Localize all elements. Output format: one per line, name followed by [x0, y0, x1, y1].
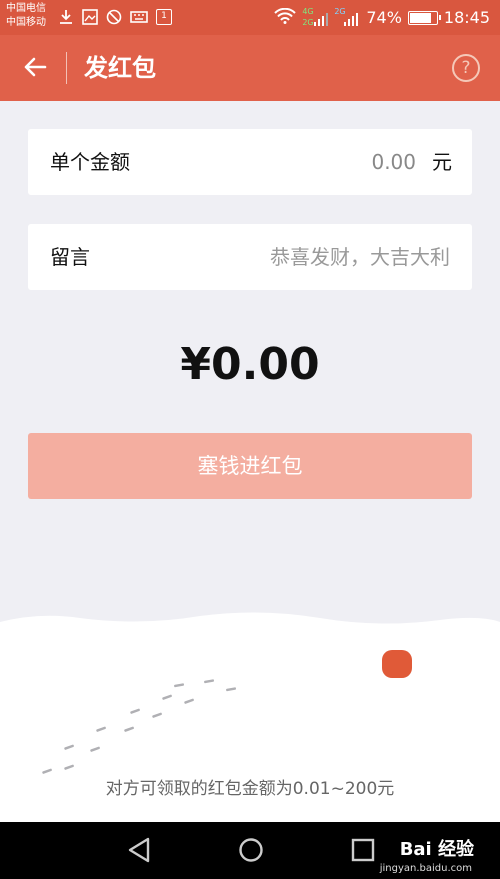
image-icon [82, 9, 98, 29]
status-bar: 中国电信 中国移动 1 4G 2G 2G 74% 18:45 [0, 0, 500, 35]
status-right: 4G 2G 2G 74% 18:45 [274, 0, 490, 35]
baidu-watermark: Bai 经验 [399, 839, 474, 860]
notification-icons: 1 [58, 9, 172, 29]
carrier-info: 中国电信 中国移动 [6, 2, 46, 30]
question-circle-icon[interactable]: ? [452, 54, 480, 82]
battery-percent: 74% [366, 8, 402, 27]
network-label-2g: 2G [302, 17, 314, 27]
page-title: 发红包 [84, 54, 156, 82]
network-indicator-2: 2G [334, 7, 360, 28]
nav-home-icon[interactable] [238, 836, 264, 868]
notification-1-icon: 1 [156, 9, 172, 25]
amount-field[interactable]: 单个金额 0.00 元 [28, 129, 472, 195]
title-bar: 发红包 ? [0, 35, 500, 101]
amount-input[interactable]: 0.00 [371, 149, 416, 175]
clock: 18:45 [443, 8, 490, 27]
nav-back-icon[interactable] [126, 836, 152, 868]
wifi-icon [274, 7, 297, 28]
carrier-1: 中国电信 [6, 3, 46, 14]
submit-button[interactable]: 塞钱进红包 [28, 433, 472, 499]
carrier-2: 中国移动 [6, 17, 46, 28]
network-indicator-1: 4G 2G [302, 6, 329, 28]
signal-bars-1-icon [314, 12, 329, 26]
amount-limit-note: 对方可领取的红包金额为0.01~200元 [105, 779, 395, 799]
download-icon [58, 9, 74, 29]
navigation-bar: Bai 经验 jingyan.baidu.com [0, 822, 500, 879]
blocked-icon [106, 9, 122, 29]
network-label-4g: 4G [302, 6, 314, 16]
arrow-left-icon[interactable] [20, 52, 50, 82]
baidu-watermark-url: jingyan.baidu.com [379, 863, 472, 874]
message-input[interactable]: 恭喜发财，大吉大利 [270, 244, 450, 270]
message-label: 留言 [50, 245, 90, 269]
amount-unit: 元 [432, 150, 452, 174]
keyboard-icon [130, 9, 148, 29]
amount-label: 单个金额 [50, 150, 130, 174]
nav-recent-icon[interactable] [350, 836, 376, 868]
title-divider [66, 52, 67, 84]
total-amount: ¥0.00 [180, 339, 320, 390]
signal-bars-2-icon [344, 12, 359, 26]
battery-icon [407, 10, 441, 25]
message-field[interactable]: 留言 恭喜发财，大吉大利 [28, 224, 472, 290]
